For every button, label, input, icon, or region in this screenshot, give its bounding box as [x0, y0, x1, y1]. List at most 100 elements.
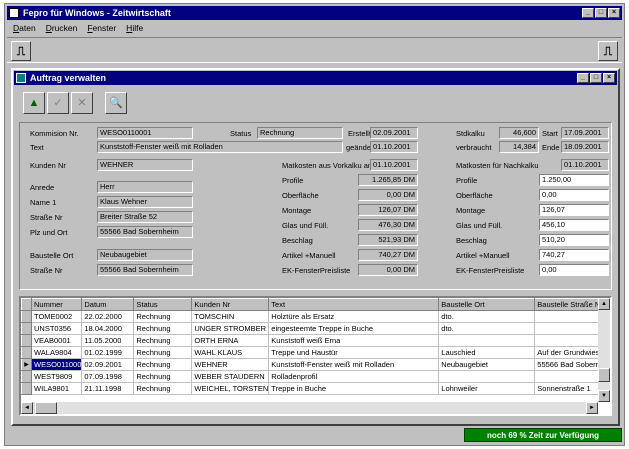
table-cell[interactable]: 22.02.2000 — [81, 310, 135, 323]
anrede-field[interactable]: Herr — [97, 181, 193, 193]
nachkalk-input[interactable]: 740,27 — [539, 249, 609, 261]
table-row[interactable]: UNST0356 18.04.2000 Rechnung UNGER STROMBER… — [21, 322, 609, 335]
nachkalk-input[interactable]: 456,10 — [539, 219, 609, 231]
row-indicator[interactable] — [21, 310, 32, 323]
table-cell[interactable]: Sonnenstraße 1 — [534, 382, 609, 395]
plz-field[interactable]: 55566 Bad Sobernheim — [97, 226, 193, 238]
hscroll-thumb[interactable] — [35, 402, 57, 414]
table-cell[interactable]: Lohnweiler — [438, 382, 536, 395]
row-indicator[interactable]: ▶ — [21, 358, 32, 371]
menu-drucken[interactable]: Drucken — [46, 21, 78, 35]
table-cell[interactable]: Rechnung — [133, 370, 193, 383]
orders-table[interactable]: Nummer Datum Status Kunden Nr Text Baust… — [19, 296, 612, 416]
vertical-scrollbar[interactable]: ▲ ▼ — [598, 298, 610, 402]
table-cell[interactable]: 07.09.1998 — [81, 370, 135, 383]
table-cell[interactable]: Kunststoff-Fenster weiß mit Rolladen — [268, 358, 440, 371]
table-row[interactable]: WEST9809 07.09.1998 Rechnung WEBER STAUDERN… — [21, 370, 609, 383]
table-cell[interactable]: Rechnung — [133, 346, 193, 359]
table-cell[interactable]: Rechnung — [133, 358, 193, 371]
table-cell[interactable]: Neubaugebiet — [438, 358, 536, 371]
table-cell[interactable]: WESO011000 — [31, 358, 83, 371]
up-arrow-icon[interactable]: ▲ — [23, 92, 45, 114]
scroll-left-icon[interactable]: ◄ — [21, 402, 33, 414]
table-cell[interactable]: 55566 Bad Sobernl — [534, 358, 609, 371]
binoculars-icon[interactable]: 🔍 — [105, 92, 127, 114]
table-cell[interactable]: TOME0002 — [31, 310, 83, 323]
scroll-right-icon[interactable]: ► — [586, 402, 598, 414]
table-row[interactable]: VEAB0001 11.05.2000 Rechnung ORTH ERNA Kunst… — [21, 334, 609, 347]
minimize-button[interactable]: _ — [582, 8, 594, 18]
table-cell[interactable] — [438, 334, 536, 347]
scroll-thumb[interactable] — [598, 368, 610, 382]
table-cell[interactable] — [534, 370, 609, 383]
vorkalk-date-field[interactable]: 01.10.2001 — [370, 159, 418, 171]
baustelle-strasse-field[interactable]: 55566 Bad Sobernheim — [97, 264, 193, 276]
table-cell[interactable]: Treppe und Haustür — [268, 346, 440, 359]
table-cell[interactable]: 18.04.2000 — [81, 322, 135, 335]
nachkalk-input[interactable]: 510,20 — [539, 234, 609, 246]
table-cell[interactable]: WEBER STAUDERN — [191, 370, 270, 383]
table-cell[interactable]: UNGER STROMBER — [191, 322, 270, 335]
table-cell[interactable]: WEST9809 — [31, 370, 83, 383]
table-cell[interactable]: WEHNER — [191, 358, 270, 371]
table-cell[interactable] — [534, 310, 609, 323]
menu-fenster[interactable]: Fenster — [87, 21, 116, 35]
horizontal-scrollbar[interactable]: ◄ ► — [21, 402, 598, 414]
strasse-field[interactable]: Breiter Straße 52 — [97, 211, 193, 223]
erstellt-field[interactable]: 02.09.2001 — [370, 127, 418, 139]
column-header[interactable]: Baustelle Straße Nr — [534, 298, 609, 311]
column-header[interactable]: Nummer — [30, 298, 83, 311]
table-cell[interactable]: WILA9801 — [31, 382, 83, 395]
vorkalk-value[interactable]: 476,30 DM — [358, 219, 418, 231]
table-cell[interactable]: Treppe in Buche — [268, 382, 440, 395]
vorkalk-value[interactable]: 0,00 DM — [358, 189, 418, 201]
row-indicator[interactable] — [21, 382, 32, 395]
status-field[interactable]: Rechnung — [257, 127, 343, 139]
kommission-field[interactable]: WESO0110001 — [97, 127, 193, 139]
stdkalku-field[interactable]: 46,600 — [499, 127, 539, 139]
exit-door-icon-right[interactable]: ⎍ — [598, 41, 618, 61]
start-field[interactable]: 17.09.2001 — [561, 127, 609, 139]
table-cell[interactable]: 11.05.2000 — [81, 334, 135, 347]
scroll-up-icon[interactable]: ▲ — [598, 298, 610, 310]
close-button[interactable]: × — [608, 8, 620, 18]
table-cell[interactable] — [438, 370, 536, 383]
column-header[interactable]: Text — [268, 298, 440, 311]
nachkalk-input[interactable]: 1.250,00 — [539, 174, 609, 186]
nachkalk-input[interactable]: 126,07 — [539, 204, 609, 216]
menu-daten[interactable]: Daten — [13, 21, 36, 35]
table-cell[interactable]: Rolladenprofil — [268, 370, 440, 383]
exit-door-icon[interactable]: ⎍ — [11, 41, 31, 61]
table-cell[interactable] — [534, 322, 609, 335]
table-cell[interactable]: VEAB0001 — [31, 334, 83, 347]
table-cell[interactable]: ORTH ERNA — [191, 334, 270, 347]
vorkalk-value[interactable]: 0,00 DM — [358, 264, 418, 276]
table-cell[interactable]: Rechnung — [133, 334, 193, 347]
table-cell[interactable]: Rechnung — [133, 382, 193, 395]
column-header[interactable]: Status — [133, 298, 193, 311]
table-cell[interactable]: 02.09.2001 — [81, 358, 135, 371]
nachkalk-input[interactable]: 0,00 — [539, 264, 609, 276]
name1-field[interactable]: Klaus Wehner — [97, 196, 193, 208]
mdi-minimize-button[interactable]: _ — [577, 73, 589, 83]
column-header[interactable]: Datum — [81, 298, 135, 311]
table-cell[interactable] — [534, 334, 609, 347]
vorkalk-value[interactable]: 740,27 DM — [358, 249, 418, 261]
table-cell[interactable]: Lauschied — [438, 346, 536, 359]
table-row[interactable]: WILA9801 21.11.1998 Rechnung WEICHEL, TORST… — [21, 382, 609, 395]
table-cell[interactable]: WAHL KLAUS — [191, 346, 270, 359]
vorkalk-value[interactable]: 126,07 DM — [358, 204, 418, 216]
table-row[interactable]: WALA9804 01.02.1999 Rechnung WAHL KLAUS Trep… — [21, 346, 609, 359]
maximize-button[interactable]: □ — [595, 8, 607, 18]
menu-hilfe[interactable]: Hilfe — [126, 21, 143, 35]
table-cell[interactable]: Rechnung — [133, 310, 193, 323]
geaendert-field[interactable]: 01.10.2001 — [370, 141, 418, 153]
table-cell[interactable]: WALA9804 — [31, 346, 83, 359]
row-indicator[interactable] — [21, 346, 32, 359]
table-cell[interactable]: UNST0356 — [31, 322, 83, 335]
kunden-nr-field[interactable]: WEHNER — [97, 159, 193, 171]
delete-icon[interactable]: ✕ — [71, 92, 93, 114]
verbraucht-field[interactable]: 14,384 — [499, 141, 539, 153]
vorkalk-value[interactable]: 1.265,85 DM — [358, 174, 418, 186]
table-cell[interactable]: Auf der Grundwies — [534, 346, 609, 359]
